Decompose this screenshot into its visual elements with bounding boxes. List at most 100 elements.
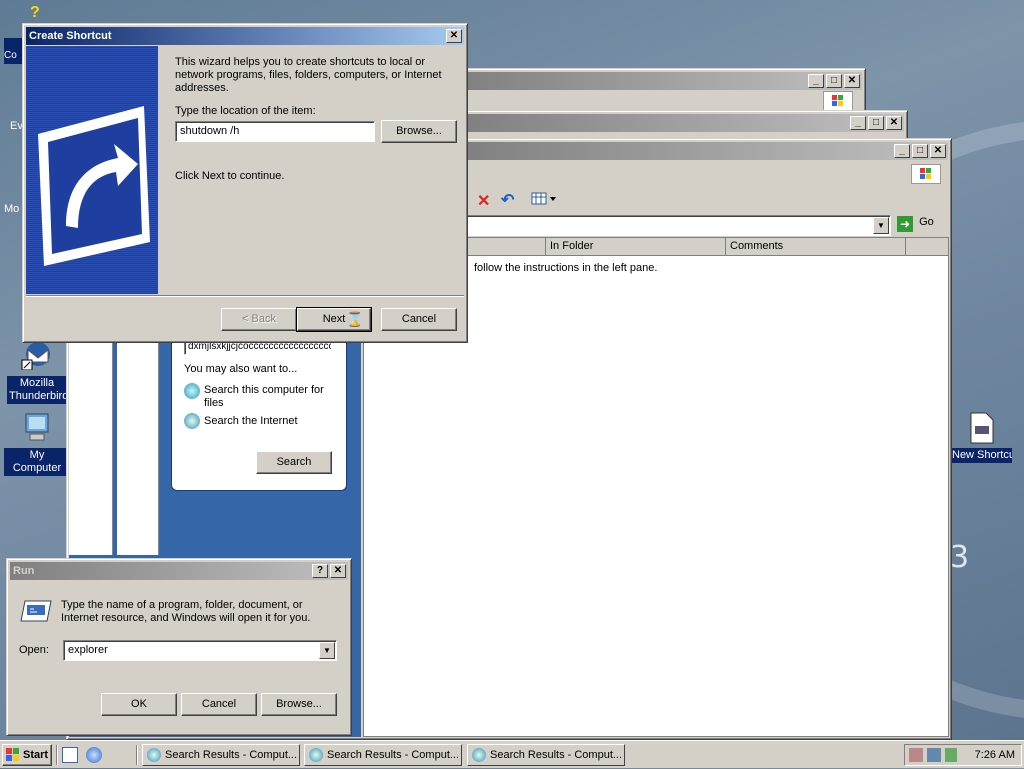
computer-icon [20,412,54,446]
run-browse-button[interactable]: Browse... [261,693,337,716]
desktop-icon-partial-2-label: Ev [10,120,23,132]
start-label: Start [23,749,49,761]
close-button[interactable]: ✕ [446,29,462,43]
maximize-button[interactable]: □ [826,74,842,88]
address-input[interactable]: ▼ [461,215,891,236]
run-icon [19,599,53,623]
search-window-3-titlebar: _ □ ✕ [461,142,948,160]
next-button[interactable]: Next ⌛ [296,307,372,332]
desktop-icon-thunderbird[interactable]: Mozilla Thunderbird [4,340,70,404]
chevron-down-icon[interactable]: ▼ [873,217,889,234]
location-input[interactable]: shutdown /h [175,121,375,142]
desktop-icon-my-computer-label: My Computer [4,448,70,476]
task-label-2: Search Results - Comput... [327,749,460,761]
system-tray: 7:26 AM [904,744,1022,766]
search-icon [309,748,323,762]
maximize-button[interactable]: □ [868,116,884,130]
ok-button[interactable]: OK [101,693,177,716]
run-title: Run [13,565,35,577]
help-icon[interactable]: ? [30,4,48,22]
column-header-in-folder[interactable]: In Folder [546,238,726,256]
go-button[interactable]: ➜ Go [897,216,937,234]
hourglass-cursor-icon: ⌛ [346,311,364,327]
shortcut-file-icon [964,412,998,446]
network-icon[interactable] [909,748,923,762]
task-label-1: Search Results - Comput... [165,749,298,761]
taskbar: Start Search Results - Comput... Search … [0,740,1024,768]
open-input-value: explorer [68,644,108,656]
desktop-icon-partial-3-label: Mo [4,203,20,215]
task-label-3: Search Results - Comput... [490,749,623,761]
chevron-down-icon[interactable]: ▼ [319,642,335,659]
go-label: Go [919,216,934,228]
clock[interactable]: 7:26 AM [975,745,1015,765]
undo-icon[interactable]: ↶ [501,190,514,210]
start-windows-icon [6,748,20,762]
views-icon[interactable] [531,192,557,206]
task-search-results-1[interactable]: Search Results - Comput... [142,744,300,766]
browse-button[interactable]: Browse... [381,120,457,143]
search-window-1-titlebar: _ □ ✕ [461,72,862,90]
next-button-label: Next [322,313,346,325]
close-button[interactable]: ✕ [930,144,946,158]
search-computer-icon [184,383,200,399]
also-want-text: You may also want to... [184,363,298,375]
desktop-icon-my-computer[interactable]: My Computer [4,412,70,476]
search-window-2-titlebar: _ □ ✕ [461,114,904,132]
desktop-icon-partial-1-label: Co [4,50,17,61]
results-message: follow the instructions in the left pane… [474,262,658,274]
open-input[interactable]: explorer ▼ [63,640,337,661]
help-button[interactable]: ? [312,564,328,578]
quicklaunch-divider [56,745,58,765]
run-description: Type the name of a program, folder, docu… [61,599,311,624]
search-icon [472,748,486,762]
create-shortcut-titlebar: Create Shortcut ✕ [26,27,464,45]
wizard-banner [26,46,158,294]
go-arrow-icon: ➜ [897,216,913,232]
open-label: Open: [19,644,49,656]
close-button[interactable]: ✕ [844,74,860,88]
column-header-comments[interactable]: Comments [726,238,906,256]
task-search-results-3[interactable]: Search Results - Comput... [467,744,625,766]
continue-text: Click Next to continue. [175,170,285,182]
shield-icon[interactable] [945,748,957,762]
close-button[interactable]: ✕ [886,116,902,130]
thunderbird-icon [20,340,54,374]
ie-quicklaunch-icon[interactable] [86,747,102,763]
shortcut-arrow-icon [38,106,150,266]
windows-logo-icon [911,164,941,184]
back-button[interactable]: < Back [221,308,297,331]
maximize-button[interactable]: □ [912,144,928,158]
desktop-icon-partial-3[interactable]: Mo [4,203,19,215]
wizard-separator [26,295,464,297]
minimize-button[interactable]: _ [850,116,866,130]
wizard-description: This wizard helps you to create shortcut… [175,56,442,94]
search-computer-link[interactable]: Search this computer for files [204,384,334,410]
desktop-digit: 3 [950,540,970,575]
desktop-icon-new-shortcut[interactable]: New Shortcut [948,412,1014,466]
search-icon [147,748,161,762]
run-titlebar: Run ? ✕ [10,562,348,580]
start-button[interactable]: Start [2,744,52,766]
task-search-results-2[interactable]: Search Results - Comput... [304,744,462,766]
cancel-button[interactable]: Cancel [381,308,457,331]
run-dialog[interactable]: Run ? ✕ Type the name of a program, fold… [6,558,352,736]
monitor-icon[interactable] [927,748,941,762]
desktop-icon-partial-2[interactable]: Ev [10,120,23,132]
close-button[interactable]: ✕ [330,564,346,578]
delete-icon[interactable]: ✕ [477,191,490,211]
location-label: Type the location of the item: [175,105,316,117]
desktop-icon-thunderbird-label: Mozilla Thunderbird [7,376,69,404]
create-shortcut-title: Create Shortcut [29,30,112,42]
search-button[interactable]: Search [256,451,332,474]
create-shortcut-dialog[interactable]: Create Shortcut ✕ This wizard helps you … [22,23,468,343]
search-internet-icon [184,413,200,429]
minimize-button[interactable]: _ [894,144,910,158]
task-divider [136,745,138,765]
windows-logo-icon [823,91,853,111]
desktop-quicklaunch-icon[interactable] [62,747,78,763]
search-internet-link[interactable]: Search the Internet [204,415,298,428]
desktop-icon-new-shortcut-label: New Shortcut [950,448,1012,463]
run-cancel-button[interactable]: Cancel [181,693,257,716]
minimize-button[interactable]: _ [808,74,824,88]
